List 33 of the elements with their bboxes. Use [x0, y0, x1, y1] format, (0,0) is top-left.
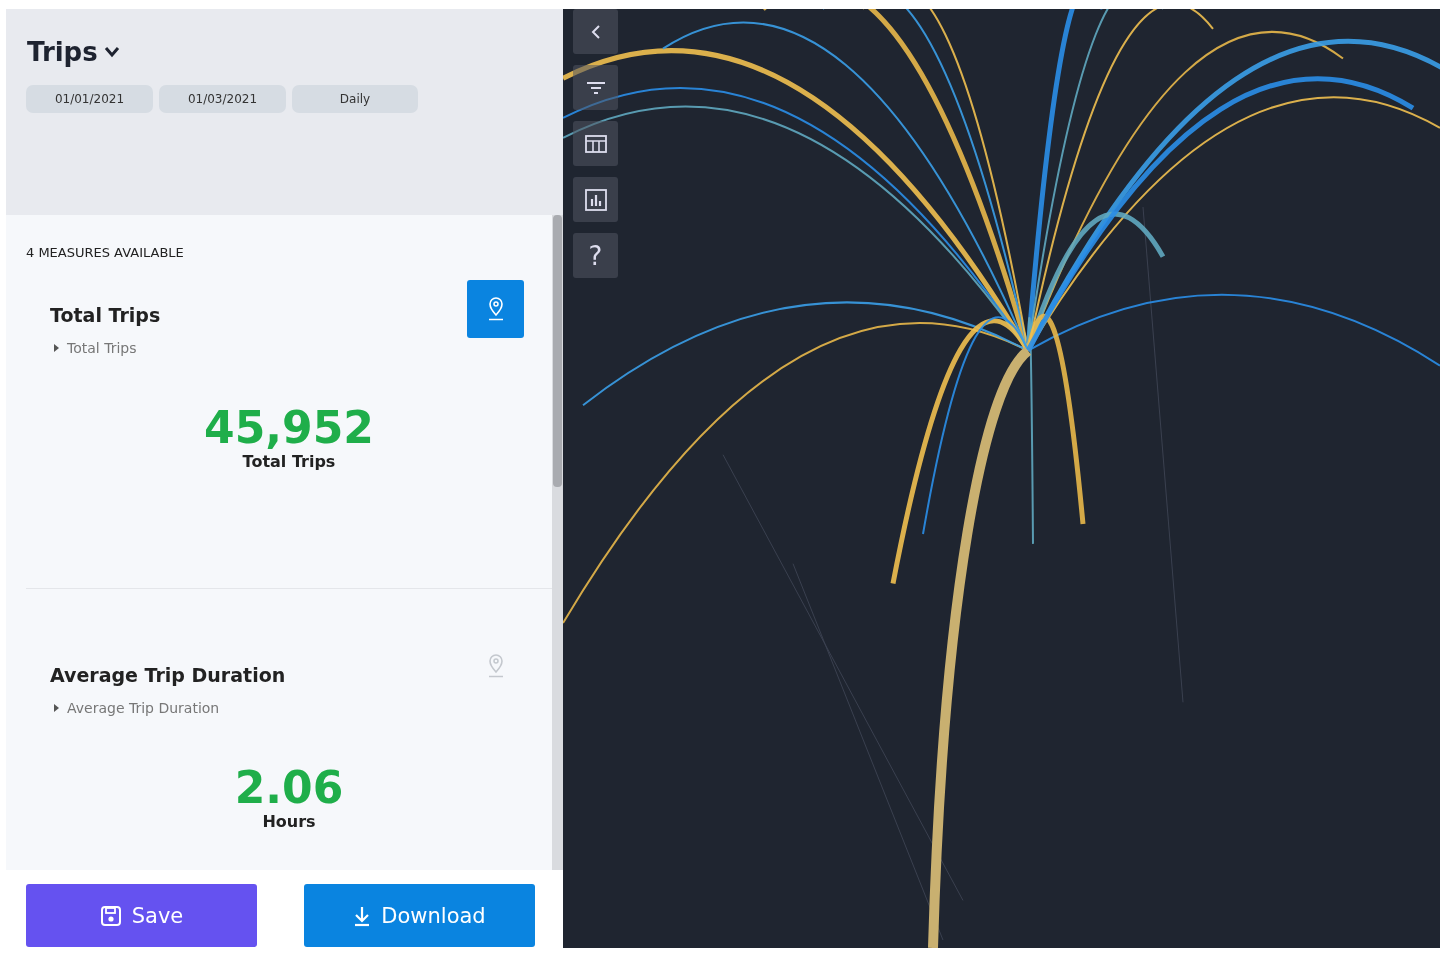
back-icon: [590, 23, 601, 40]
filter-chip[interactable]: Daily: [292, 85, 418, 113]
table-icon: [584, 134, 607, 153]
show-on-map-button[interactable]: [467, 280, 524, 338]
map-pin-icon: [487, 297, 504, 321]
map-background[interactable]: ?: [563, 9, 1440, 948]
filter-button[interactable]: [573, 65, 618, 110]
measure-subtitle[interactable]: Average Trip Duration: [67, 700, 220, 716]
measure-unit: Total Trips: [241, 452, 337, 471]
measures-count: 4 MEASURES AVAILABLE: [26, 245, 185, 260]
table-button[interactable]: [573, 121, 618, 166]
measure-title: Total Trips: [50, 304, 161, 326]
measure-value: 45,952: [203, 406, 375, 450]
caret-right-icon[interactable]: [54, 704, 59, 712]
chevron-down-icon[interactable]: [103, 46, 120, 58]
caret-right-icon[interactable]: [54, 344, 59, 352]
measure-value: 2.06: [233, 766, 345, 810]
page-title[interactable]: Trips: [27, 37, 98, 67]
help-button[interactable]: ?: [573, 233, 618, 278]
measure-unit: Hours: [261, 812, 317, 831]
chart-button[interactable]: [573, 177, 618, 222]
measure-title: Average Trip Duration: [50, 664, 286, 686]
measure-subtitle[interactable]: Total Trips: [67, 340, 137, 356]
download-icon: [353, 904, 372, 927]
save-button[interactable]: Save: [26, 884, 257, 947]
filter-chip[interactable]: 01/03/2021: [159, 85, 286, 113]
download-button[interactable]: Download: [304, 884, 535, 947]
save-icon: [99, 904, 122, 927]
map-pin-icon: [487, 654, 504, 678]
filter-icon: [585, 81, 606, 94]
scrollbar-thumb[interactable]: [553, 215, 562, 487]
bar-chart-icon: [584, 188, 607, 211]
filter-chip[interactable]: 01/01/2021: [26, 85, 153, 113]
